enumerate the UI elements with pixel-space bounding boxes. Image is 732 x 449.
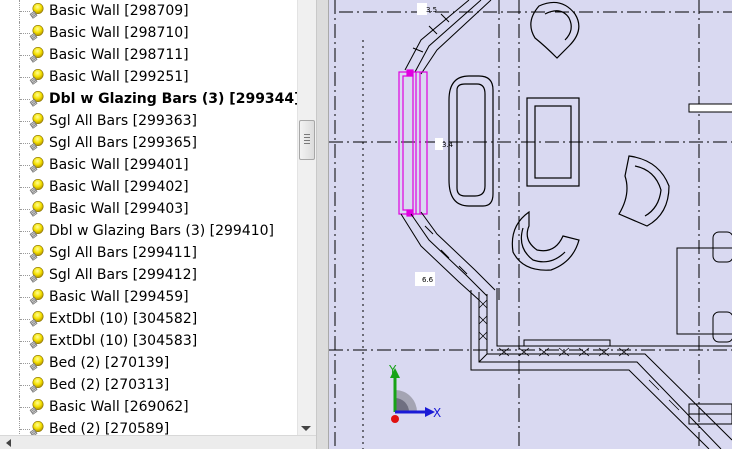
tree-vertical-scrollbar[interactable] <box>297 0 316 435</box>
tree-item[interactable]: Basic Wall [298710] <box>0 22 297 44</box>
x-axis-label: X <box>433 406 441 420</box>
tree-item[interactable]: Sgl All Bars [299365] <box>0 132 297 154</box>
lightbulb-icon <box>29 91 44 107</box>
wall-lower-angled[interactable] <box>400 211 496 301</box>
selected-window-dbl-glazing[interactable] <box>398 69 428 217</box>
tree-item-label: Bed (2) [270313] <box>49 377 170 393</box>
tree-item-label: Sgl All Bars [299365] <box>49 135 197 151</box>
scrollbar-thumb[interactable] <box>299 120 315 160</box>
origin-icon <box>391 415 399 423</box>
lightbulb-icon <box>29 333 44 349</box>
lightbulb-icon <box>29 267 44 283</box>
tree-item-label: Basic Wall [299403] <box>49 201 189 217</box>
tree-item-label: Basic Wall [269062] <box>49 399 189 415</box>
lightbulb-icon <box>29 377 44 393</box>
tree-item-label: Basic Wall [299459] <box>49 289 189 305</box>
bed-right[interactable] <box>676 231 732 343</box>
tree-item[interactable]: Basic Wall [299251] <box>0 66 297 88</box>
tree-item[interactable]: Basic Wall [298709] <box>0 0 297 22</box>
wall-segment-right <box>688 103 732 113</box>
armchair-right[interactable] <box>618 155 670 227</box>
lightbulb-icon <box>29 157 44 173</box>
wall-bottom-right <box>688 403 732 425</box>
lightbulb-icon <box>29 25 44 41</box>
tree-item[interactable]: Basic Wall [299401] <box>0 154 297 176</box>
tree-item[interactable]: Basic Wall [299402] <box>0 176 297 198</box>
tree-item-label: Basic Wall [298710] <box>49 25 189 41</box>
tree-item[interactable]: Sgl All Bars [299412] <box>0 264 297 286</box>
tree-item-label: Basic Wall [298711] <box>49 47 189 63</box>
tree-item-label: Sgl All Bars [299412] <box>49 267 197 283</box>
lightbulb-icon <box>29 69 44 85</box>
dimension-label-1: 3.5 <box>426 6 437 14</box>
floor-plan-drawing[interactable]: 3.5 3.4 6.6 Y X <box>329 0 732 449</box>
tree-item[interactable]: Dbl w Glazing Bars (3) [299410] <box>0 220 297 242</box>
sofa[interactable] <box>448 75 494 207</box>
tree-item[interactable]: Basic Wall [299459] <box>0 286 297 308</box>
tree-item[interactable]: Basic Wall [298711] <box>0 44 297 66</box>
reference-lines <box>329 0 732 449</box>
tree-item-label: ExtDbl (10) [304583] <box>49 333 198 349</box>
scroll-down-arrow-icon[interactable] <box>301 426 311 431</box>
scroll-left-arrow-icon[interactable] <box>6 439 11 447</box>
lightbulb-icon <box>29 223 44 239</box>
tree-item[interactable]: ExtDbl (10) [304582] <box>0 308 297 330</box>
lightbulb-icon <box>29 355 44 371</box>
element-tree-panel: Basic Wall [298709] Basic Wall [298710] Ba… <box>0 0 297 449</box>
lightbulb-icon <box>29 135 44 151</box>
armchair-top[interactable] <box>530 1 580 59</box>
dimension-label-2: 3.4 <box>442 141 454 149</box>
panel-splitter[interactable] <box>316 0 329 449</box>
lightbulb-icon <box>29 399 44 415</box>
wall-lower-corner[interactable] <box>470 288 732 449</box>
y-axis-label: Y <box>388 363 397 377</box>
tree-item-label: Bed (2) [270139] <box>49 355 170 371</box>
lightbulb-icon <box>29 3 44 19</box>
axes-gizmo: Y X <box>388 363 441 423</box>
drawing-viewport[interactable]: 3.5 3.4 6.6 Y X <box>329 0 732 449</box>
lightbulb-icon <box>29 201 44 217</box>
dimension-label-3: 6.6 <box>422 276 434 284</box>
element-tree-list: Basic Wall [298709] Basic Wall [298710] Ba… <box>0 0 297 440</box>
tree-item[interactable]: ExtDbl (10) [304583] <box>0 330 297 352</box>
tree-item[interactable]: Dbl w Glazing Bars (3) [299344] <box>0 88 297 110</box>
lightbulb-icon <box>29 245 44 261</box>
tree-item[interactable]: Basic Wall [269062] <box>0 396 297 418</box>
scrollbar-grip-icon <box>304 134 310 145</box>
dimension-labels: 3.5 3.4 6.6 <box>415 3 454 286</box>
tree-item[interactable]: Bed (2) [270313] <box>0 374 297 396</box>
lightbulb-icon <box>29 311 44 327</box>
tree-item[interactable]: Sgl All Bars [299363] <box>0 110 297 132</box>
tree-item-label: Basic Wall [299401] <box>49 157 189 173</box>
tree-item-label: ExtDbl (10) [304582] <box>49 311 198 327</box>
armchair-bottom[interactable] <box>511 210 580 271</box>
tree-item[interactable]: Bed (2) [270139] <box>0 352 297 374</box>
lightbulb-icon <box>29 47 44 63</box>
tree-item-label: Dbl w Glazing Bars (3) [299410] <box>49 223 275 239</box>
tree-item-label: Basic Wall [299251] <box>49 69 189 85</box>
lightbulb-icon <box>29 113 44 129</box>
tree-item[interactable]: Basic Wall [299403] <box>0 198 297 220</box>
tree-horizontal-scrollbar[interactable] <box>0 435 316 449</box>
lightbulb-icon <box>29 289 44 305</box>
lightbulb-icon <box>29 179 44 195</box>
tree-item-label: Sgl All Bars [299363] <box>49 113 197 129</box>
tree-item-label: Basic Wall [298709] <box>49 3 189 19</box>
tree-item-label: Dbl w Glazing Bars (3) [299344] <box>49 91 297 107</box>
wall-hatch <box>478 299 680 411</box>
tree-item[interactable]: Sgl All Bars [299411] <box>0 242 297 264</box>
tree-item-label: Sgl All Bars [299411] <box>49 245 197 261</box>
window-sill <box>523 339 611 347</box>
tree-item-label: Basic Wall [299402] <box>49 179 189 195</box>
